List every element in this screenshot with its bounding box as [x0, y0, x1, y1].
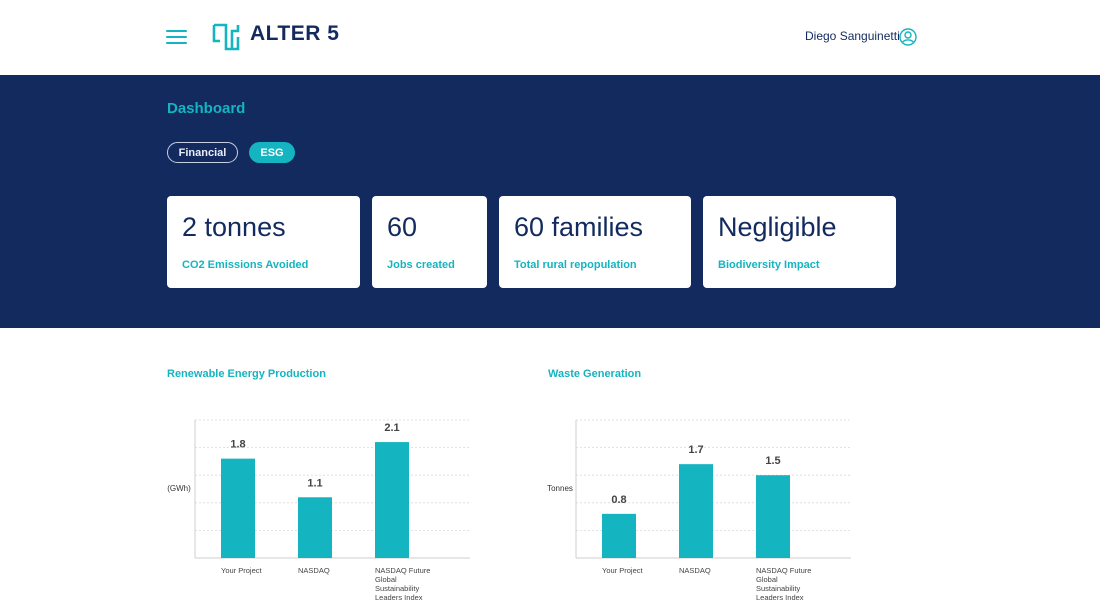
kpi-value: 60	[387, 212, 418, 242]
x-tick-label: Leaders Index	[756, 593, 804, 600]
x-tick-label: Global	[375, 575, 397, 584]
dashboard-header: Dashboard Financial ESG 2 tonnes CO2 Emi…	[0, 75, 1100, 328]
user-name[interactable]: Diego Sanguinetti	[805, 29, 900, 43]
x-tick-label: Sustainability	[375, 584, 419, 593]
energy-production-chart: (GWh) 1.8 Your Project 1.1 NASDAQ 2.1 NASDAQ F…	[167, 419, 470, 600]
kpi-label: Jobs created	[387, 259, 455, 271]
x-tick-label: Your Project	[221, 566, 262, 575]
x-tick-label: NASDAQ Future	[756, 566, 811, 575]
x-tick-label: NASDAQ Future	[375, 566, 430, 575]
waste-generation-chart: Tonnes 0.8 Your Project 1.7 NASDAQ 1.5 NASDAQ …	[547, 419, 851, 600]
kpi-label: Biodiversity Impact	[718, 259, 820, 271]
tab-financial[interactable]: Financial	[167, 142, 238, 163]
kpi-card-biodiversity: Negligible Biodiversity Impact	[703, 196, 896, 288]
bar-value-label: 1.8	[230, 439, 245, 451]
user-avatar-icon[interactable]	[899, 28, 917, 46]
bar-value-label: 1.1	[307, 477, 322, 489]
kpi-card-jobs: 60 Jobs created	[372, 196, 487, 288]
kpi-card-repopulation: 60 families Total rural repopulation	[499, 196, 691, 288]
hamburger-menu-icon[interactable]	[166, 30, 187, 44]
kpi-value: Negligible	[718, 212, 837, 242]
bar	[375, 442, 409, 558]
chart-title-waste: Waste Generation	[548, 368, 642, 380]
brand-name: ALTER 5	[250, 22, 340, 45]
bar	[298, 497, 332, 558]
kpi-card-co2: 2 tonnes CO2 Emissions Avoided	[167, 196, 360, 288]
alter5-logo-icon	[212, 23, 240, 51]
chart-title-energy: Renewable Energy Production	[167, 368, 326, 380]
x-tick-label: Sustainability	[756, 584, 800, 593]
x-tick-label: Global	[756, 575, 778, 584]
y-axis-label: Tonnes	[547, 484, 573, 493]
bar	[602, 513, 636, 558]
x-tick-label: NASDAQ	[679, 566, 711, 575]
y-axis-label: (GWh)	[167, 484, 191, 493]
bar-value-label: 2.1	[384, 422, 399, 434]
kpi-value: 2 tonnes	[182, 212, 286, 242]
kpi-label: Total rural repopulation	[514, 259, 637, 271]
bar	[756, 475, 790, 558]
top-bar: ALTER 5 Diego Sanguinetti	[0, 0, 1100, 75]
bar	[679, 464, 713, 558]
kpi-label: CO2 Emissions Avoided	[182, 259, 309, 271]
tab-esg[interactable]: ESG	[249, 142, 295, 163]
x-tick-label: Your Project	[602, 566, 643, 575]
bar	[221, 458, 255, 558]
bar-value-label: 0.8	[611, 494, 626, 506]
bar-value-label: 1.5	[765, 455, 780, 467]
page-title: Dashboard	[167, 100, 246, 117]
kpi-value: 60 families	[514, 212, 644, 242]
x-tick-label: NASDAQ	[298, 566, 330, 575]
x-tick-label: Leaders Index	[375, 593, 423, 600]
bar-value-label: 1.7	[688, 444, 703, 456]
